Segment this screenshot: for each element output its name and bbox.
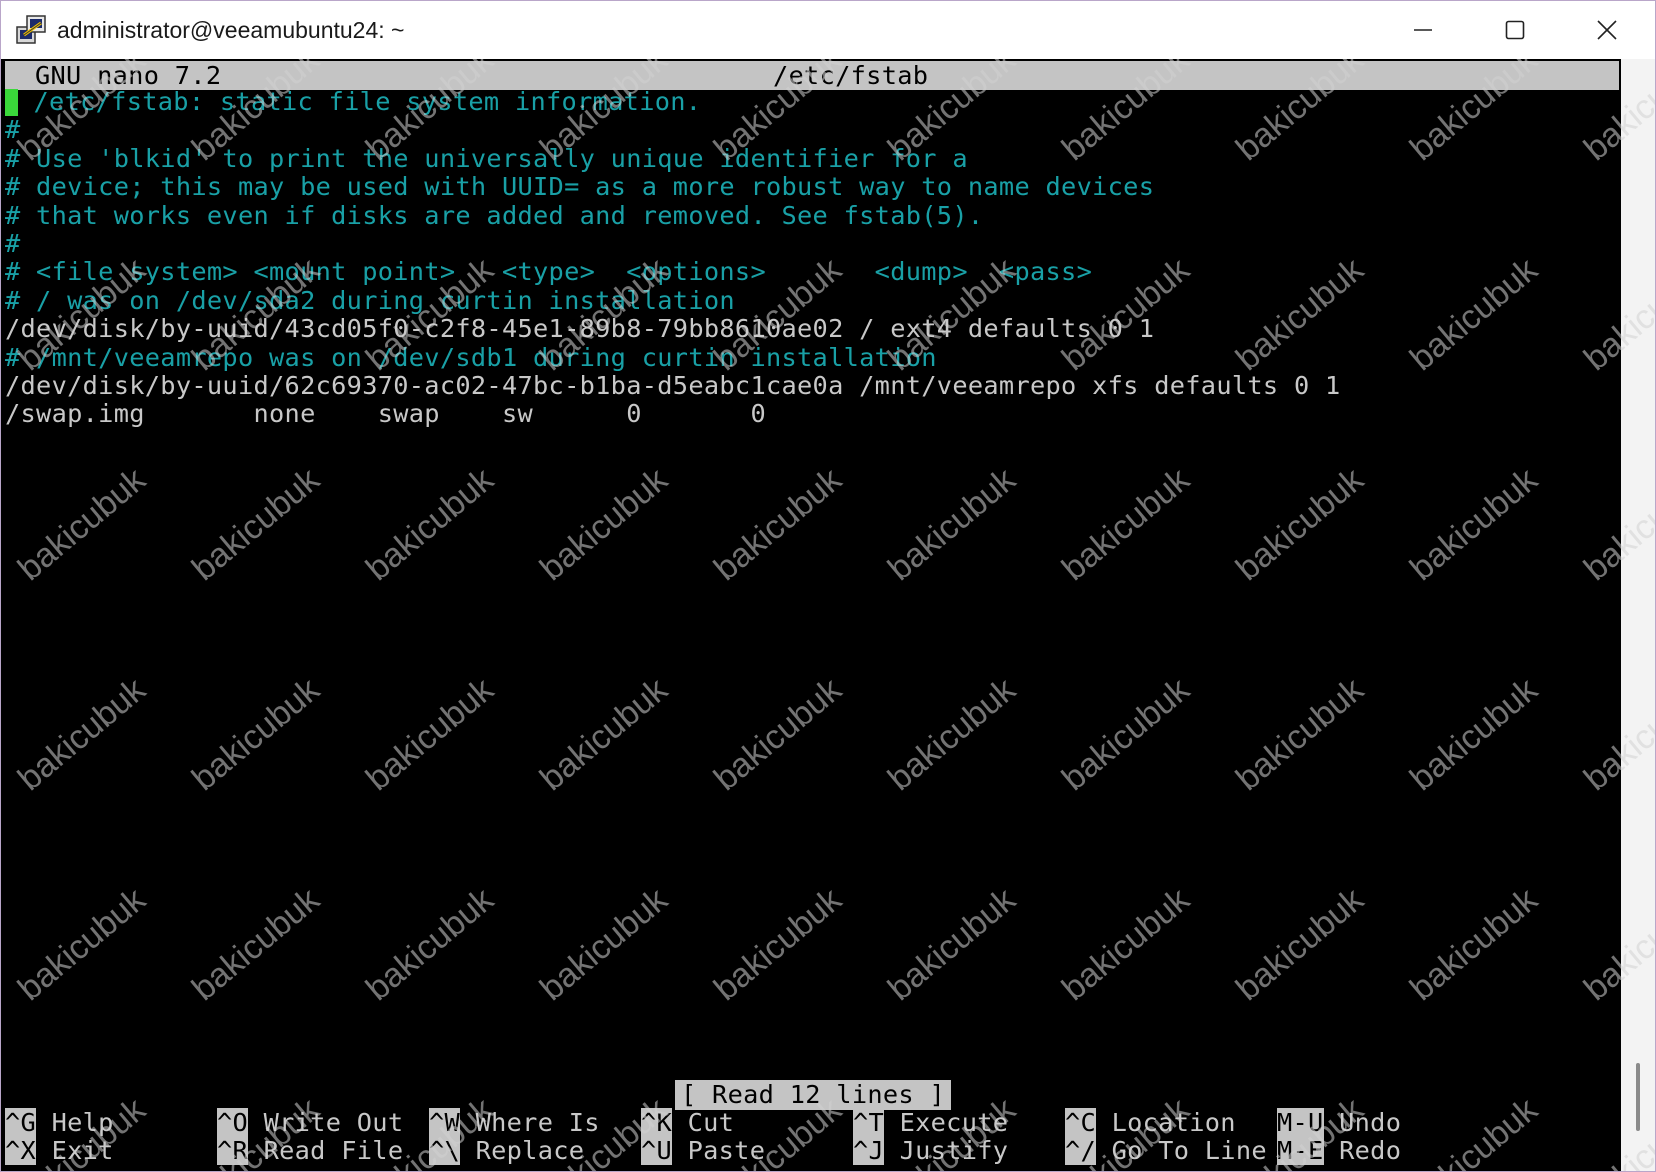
shortcut-execute[interactable]: ^T Execute (853, 1108, 1008, 1138)
shortcut-label: Replace (460, 1136, 585, 1165)
nano-version: GNU nano 7.2 (35, 61, 222, 90)
minimize-button[interactable] (1377, 1, 1469, 59)
shortcut-label: Where Is (460, 1108, 600, 1137)
comment-line[interactable]: # /mnt/veeamrepo was on /dev/sdb1 during… (5, 343, 937, 373)
shortcut-key: ^C (1065, 1108, 1097, 1137)
comment-line[interactable]: # (5, 115, 21, 145)
shortcut-label: Write Out (248, 1108, 404, 1137)
shortcut-read-file[interactable]: ^R Read File (217, 1136, 403, 1166)
shortcut-label: Paste (672, 1136, 766, 1165)
shortcut-label: Cut (672, 1108, 735, 1137)
shortcut-replace[interactable]: ^\ Replace (429, 1136, 584, 1166)
text-cursor (5, 89, 18, 116)
shortcut-undo[interactable]: M-U Undo (1277, 1108, 1401, 1138)
shortcut-label: Undo (1323, 1108, 1402, 1137)
shortcut-paste[interactable]: ^U Paste (641, 1136, 765, 1166)
fstab-entry-line[interactable]: /dev/disk/by-uuid/62c69370-ac02-47bc-b1b… (5, 371, 1341, 401)
shortcut-justify[interactable]: ^J Justify (853, 1136, 1008, 1166)
shortcut-label: Help (36, 1108, 114, 1137)
file-name: /etc/fstab (773, 61, 929, 90)
window-title: administrator@veeamubuntu24: ~ (57, 17, 405, 43)
shortcut-label: Read File (248, 1136, 404, 1165)
shortcut-label: Execute (884, 1108, 1009, 1137)
shortcut-key: ^X (5, 1136, 37, 1165)
putty-icon (16, 15, 46, 44)
comment-line[interactable]: # <file system> <mount point> <type> <op… (5, 257, 1092, 287)
comment-line[interactable]: # / was on /dev/sda2 during curtin insta… (5, 286, 735, 316)
shortcut-write-out[interactable]: ^O Write Out (217, 1108, 403, 1138)
shortcut-label: Redo (1323, 1136, 1402, 1165)
shortcut-help[interactable]: ^G Help (5, 1108, 114, 1138)
status-message: [ Read 12 lines ] (675, 1080, 952, 1110)
maximize-button[interactable] (1469, 1, 1561, 59)
shortcut-key: ^U (641, 1136, 673, 1165)
shortcut-location[interactable]: ^C Location (1065, 1108, 1236, 1138)
shortcut-key: ^G (5, 1108, 37, 1137)
comment-line[interactable]: # Use 'blkid' to print the universally u… (5, 144, 968, 174)
shortcut-key: ^T (853, 1108, 885, 1137)
close-icon (1597, 20, 1617, 40)
terminal-window: administrator@veeamubuntu24: ~ GNU nano … (0, 0, 1656, 1172)
nano-header: GNU nano 7.2 /etc/fstab (5, 61, 1619, 90)
shortcut-label: Location (1096, 1108, 1236, 1137)
close-button[interactable] (1561, 1, 1653, 59)
maximize-icon (1505, 20, 1525, 40)
fstab-entry-line[interactable]: /dev/disk/by-uuid/43cd05f0-c2f8-45e1-89b… (5, 314, 1154, 344)
shortcut-key: M-U (1277, 1108, 1324, 1137)
comment-line[interactable]: /etc/fstab: static file system informati… (5, 87, 701, 117)
shortcut-go-to-line[interactable]: ^/ Go To Line (1065, 1136, 1267, 1166)
scrollbar[interactable] (1621, 59, 1655, 1171)
line-text: /etc/fstab: static file system informati… (18, 87, 702, 116)
fstab-entry-line[interactable]: /swap.img none swap sw 0 0 (5, 399, 766, 429)
shortcut-key: M-E (1277, 1136, 1324, 1165)
shortcut-cut[interactable]: ^K Cut (641, 1108, 734, 1138)
shortcut-key: ^K (641, 1108, 673, 1137)
shortcut-label: Exit (36, 1136, 114, 1165)
shortcut-key: ^/ (1065, 1136, 1097, 1165)
comment-line[interactable]: # device; this may be used with UUID= as… (5, 172, 1154, 202)
scrollbar-thumb[interactable] (1636, 1063, 1640, 1131)
shortcut-exit[interactable]: ^X Exit (5, 1136, 114, 1166)
shortcut-key: ^\ (429, 1136, 461, 1165)
shortcut-label: Go To Line (1096, 1136, 1267, 1165)
minimize-icon (1414, 29, 1432, 31)
shortcut-key: ^R (217, 1136, 249, 1165)
shortcut-key: ^O (217, 1108, 249, 1137)
comment-line[interactable]: # (5, 229, 21, 259)
comment-line[interactable]: # that works even if disks are added and… (5, 201, 983, 231)
title-bar[interactable]: administrator@veeamubuntu24: ~ (1, 1, 1655, 59)
shortcut-key: ^J (853, 1136, 885, 1165)
shortcut-key: ^W (429, 1108, 461, 1137)
shortcut-label: Justify (884, 1136, 1009, 1165)
terminal-area[interactable]: GNU nano 7.2 /etc/fstab /etc/fstab: stat… (1, 59, 1621, 1171)
shortcut-where-is[interactable]: ^W Where Is (429, 1108, 600, 1138)
shortcut-redo[interactable]: M-E Redo (1277, 1136, 1401, 1166)
